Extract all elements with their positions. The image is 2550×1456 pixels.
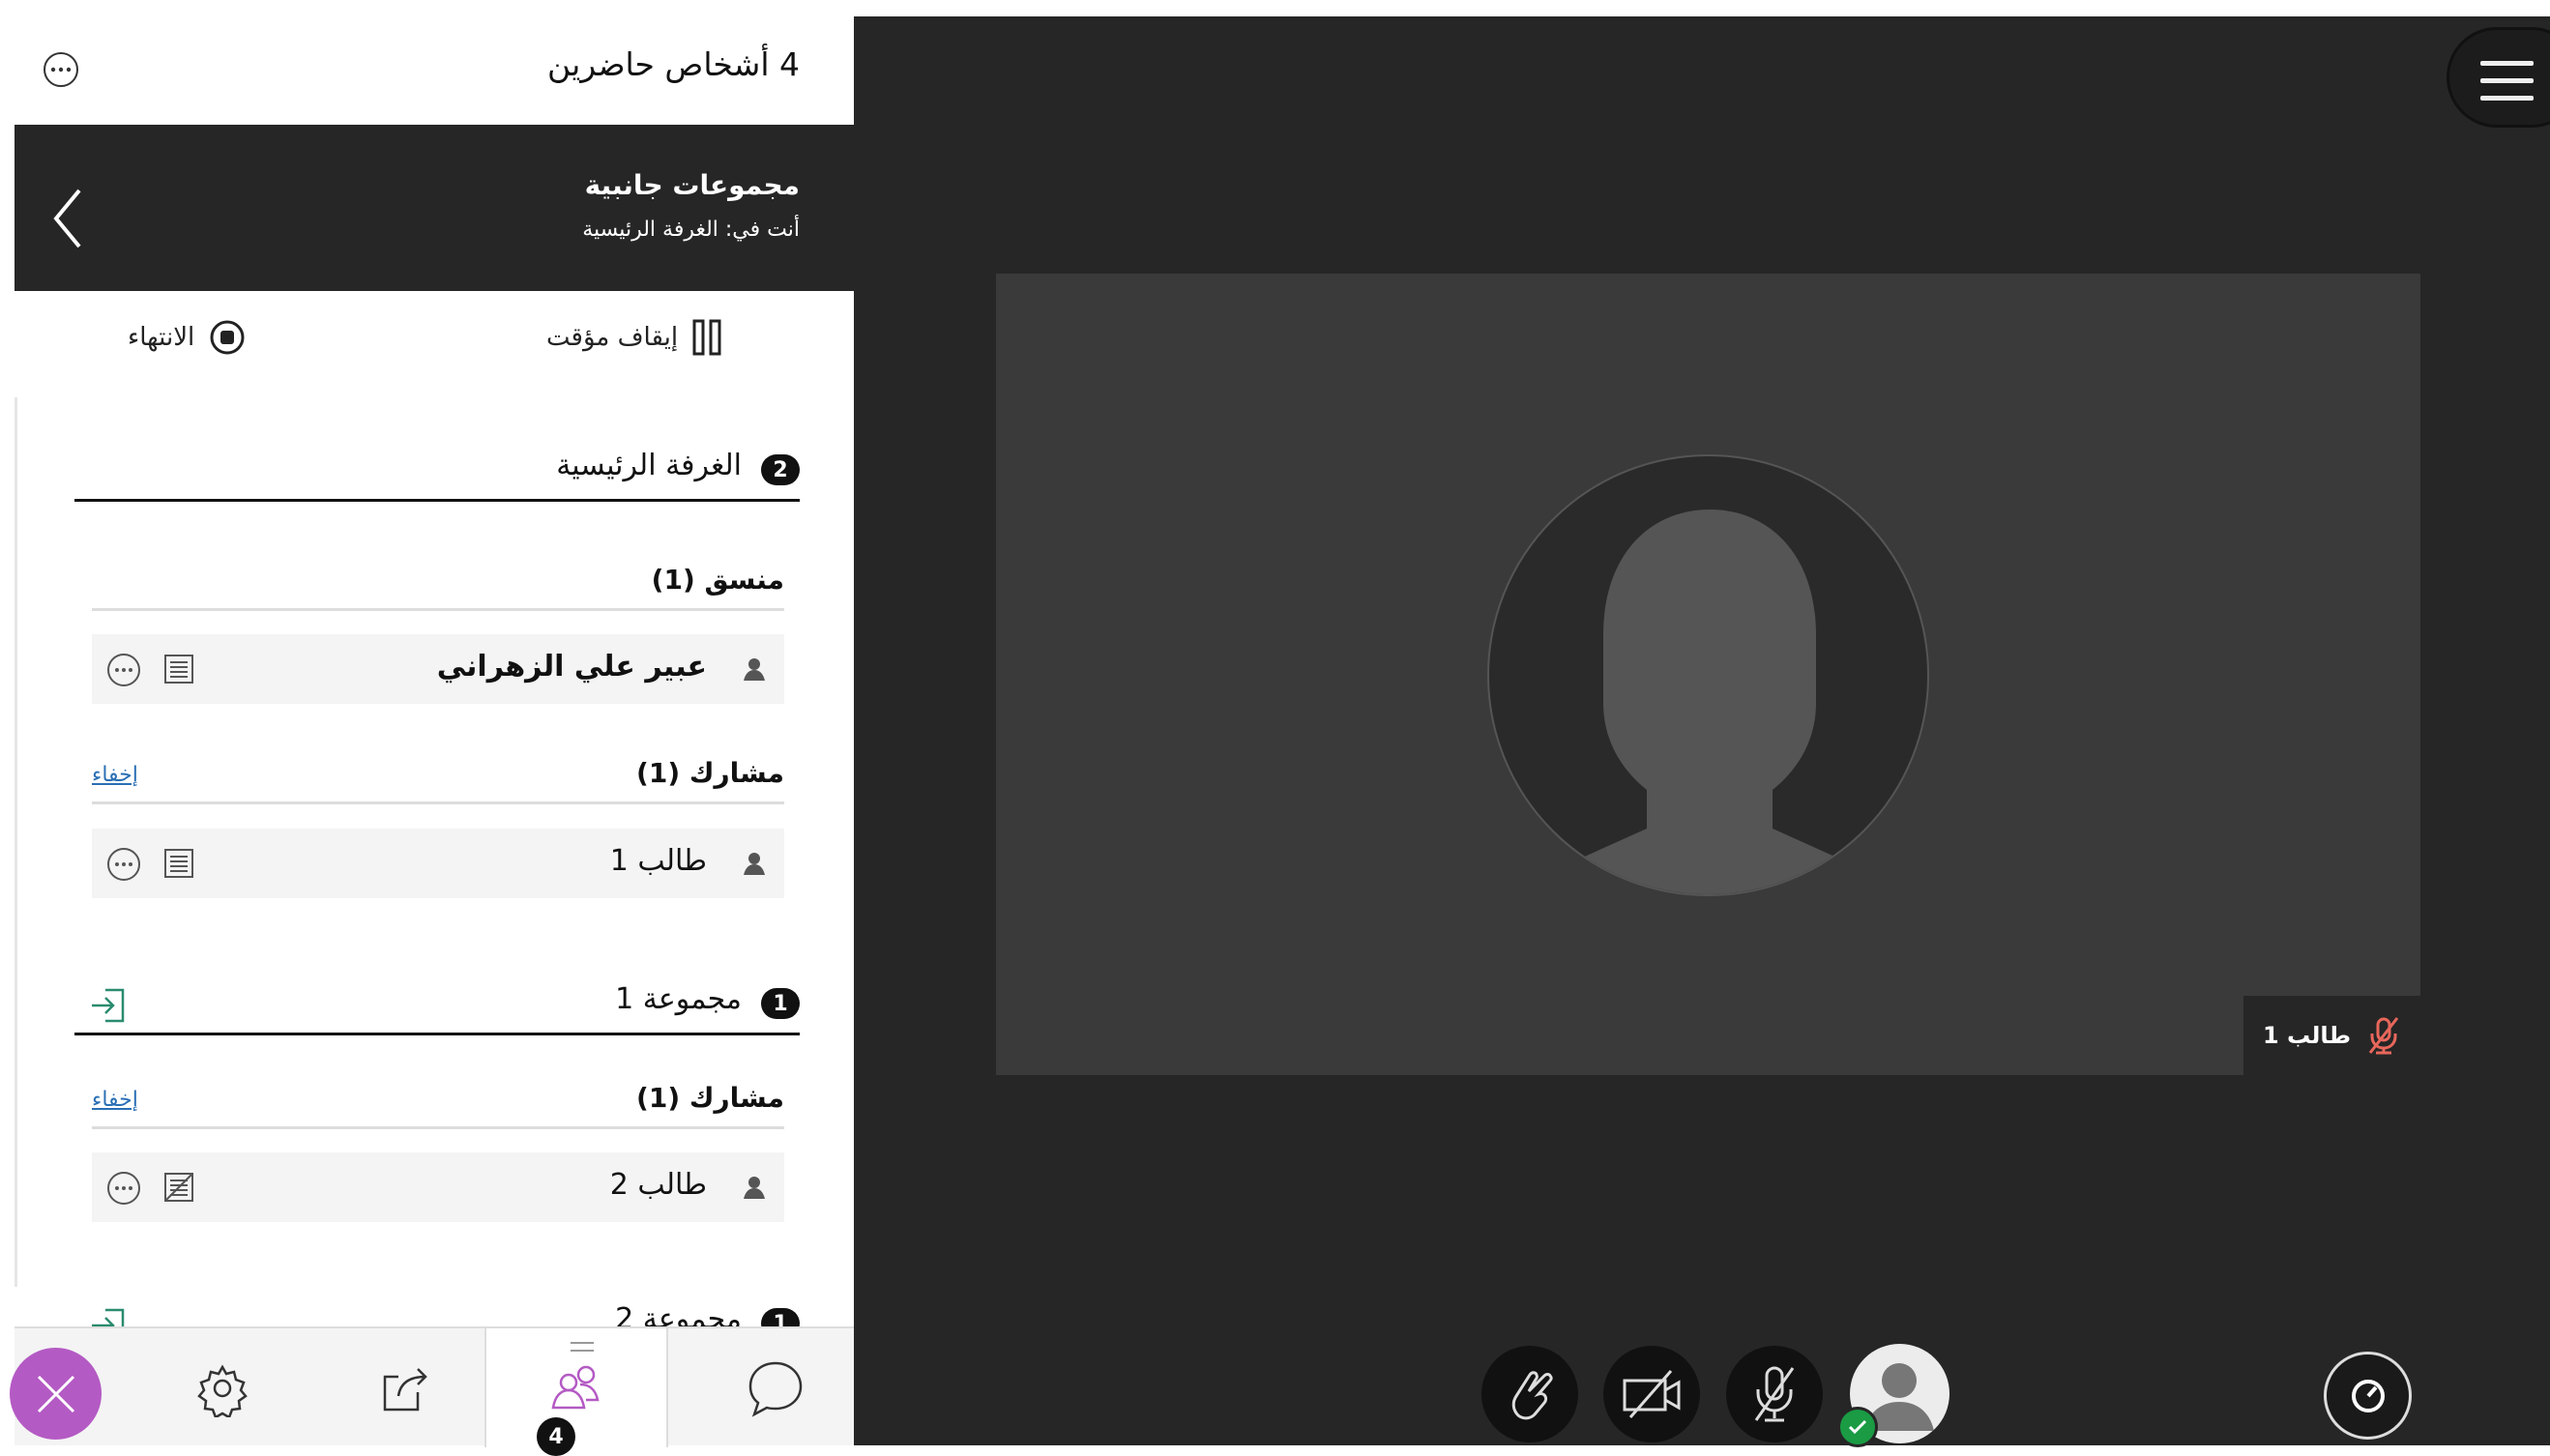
attendee-row[interactable]: طالب 1 [92, 829, 784, 898]
share-icon [383, 1367, 427, 1411]
group-main-room[interactable]: 2 الغرفة الرئيسية [74, 439, 800, 502]
group-count-badge: 1 [761, 988, 800, 1019]
raise-hand-button[interactable] [1481, 1346, 1578, 1442]
share-content-tab[interactable] [314, 1328, 498, 1447]
group-name: مجموعة 1 [615, 982, 742, 1016]
side-panel: 4 أشخاص حاضرين مجموعات جانبية أنت في: ال… [10, 16, 854, 1456]
captions-icon[interactable] [161, 846, 196, 881]
breakout-subtitle: أنت في: الغرفة الرئيسية [582, 218, 800, 242]
role-title: منسق (1) [651, 564, 784, 596]
video-name-label: طالب 1 [2262, 1022, 2352, 1049]
camera-toggle-button[interactable] [1603, 1346, 1700, 1442]
collaborate-session: طالب 1 4 أشخاص حاضرين مجموعات جانبية أنت… [0, 0, 2550, 1456]
drag-handle[interactable] [571, 1342, 594, 1352]
join-group-icon[interactable] [88, 986, 127, 1025]
camera-off-icon [1623, 1370, 1681, 1418]
network-status-button[interactable] [2324, 1352, 2412, 1440]
attendee-name: طالب 1 [609, 844, 707, 878]
attendees-count-badge: 4 [537, 1417, 575, 1456]
attendees-header: 4 أشخاص حاضرين [15, 16, 854, 125]
user-silhouette-icon [1519, 510, 1900, 894]
close-panel-button[interactable] [10, 1348, 102, 1440]
attendee-row[interactable]: عبير علي الزهراني [92, 634, 784, 704]
check-icon [1848, 1419, 1867, 1435]
attendee-row[interactable]: طالب 2 [92, 1152, 784, 1222]
pause-button[interactable]: إيقاف مؤقت [546, 318, 722, 357]
group-name: الغرفة الرئيسية [556, 449, 742, 482]
attendees-icon [551, 1365, 600, 1409]
more-options-icon[interactable] [105, 1170, 142, 1207]
panel-bottom-nav: 4 [10, 1326, 854, 1456]
mic-muted-icon [2368, 1017, 2399, 1055]
attendee-name: عبير علي الزهراني [436, 650, 707, 684]
status-check-badge [1837, 1407, 1878, 1447]
chat-icon [748, 1361, 803, 1417]
raise-hand-icon [1511, 1371, 1553, 1420]
more-options-icon[interactable] [42, 50, 80, 89]
attendees-count: 4 أشخاص حاضرين [546, 45, 800, 83]
participant-avatar [1487, 454, 1929, 896]
group-1[interactable]: 1 مجموعة 1 [74, 973, 800, 1035]
more-options-icon[interactable] [105, 846, 142, 883]
role-title: مشارك (1) [636, 1082, 784, 1114]
role-moderator-header: منسق (1) [92, 558, 784, 611]
more-options-icon[interactable] [105, 652, 142, 688]
panel-scroll-edge [15, 397, 17, 1287]
breakout-title: مجموعات جانبية [584, 169, 800, 201]
role-participant-header: مشارك (1) إخفاء [92, 751, 784, 804]
back-chevron-icon[interactable] [48, 185, 87, 252]
video-name-tag: طالب 1 [2243, 996, 2420, 1075]
captions-icon[interactable] [161, 652, 196, 686]
person-icon [744, 658, 765, 681]
captions-off-icon[interactable] [161, 1170, 196, 1205]
hide-link[interactable]: إخفاء [92, 763, 138, 787]
menu-button[interactable] [2447, 27, 2550, 128]
gear-icon [197, 1363, 248, 1417]
pause-label: إيقاف مؤقت [546, 323, 679, 352]
stop-icon [210, 320, 245, 355]
mic-off-icon [1754, 1366, 1795, 1422]
close-icon [37, 1375, 74, 1412]
person-icon [744, 853, 765, 875]
person-icon [744, 1177, 765, 1199]
settings-tab[interactable] [131, 1328, 314, 1447]
network-gauge-icon [2351, 1379, 2385, 1412]
breakout-actions: إيقاف مؤقت الانتهاء [15, 291, 854, 397]
end-button[interactable]: الانتهاء [128, 318, 247, 357]
end-label: الانتهاء [128, 323, 195, 352]
role-title: مشارك (1) [636, 757, 784, 789]
pause-icon [692, 319, 721, 356]
role-participant-header: مشارك (1) إخفاء [92, 1076, 784, 1129]
breakout-header: مجموعات جانبية أنت في: الغرفة الرئيسية [15, 125, 854, 291]
chat-tab[interactable] [684, 1328, 867, 1447]
group-count-badge: 2 [761, 454, 800, 485]
attendee-name: طالب 2 [609, 1168, 707, 1202]
hide-link[interactable]: إخفاء [92, 1088, 138, 1112]
mic-toggle-button[interactable] [1726, 1346, 1823, 1442]
